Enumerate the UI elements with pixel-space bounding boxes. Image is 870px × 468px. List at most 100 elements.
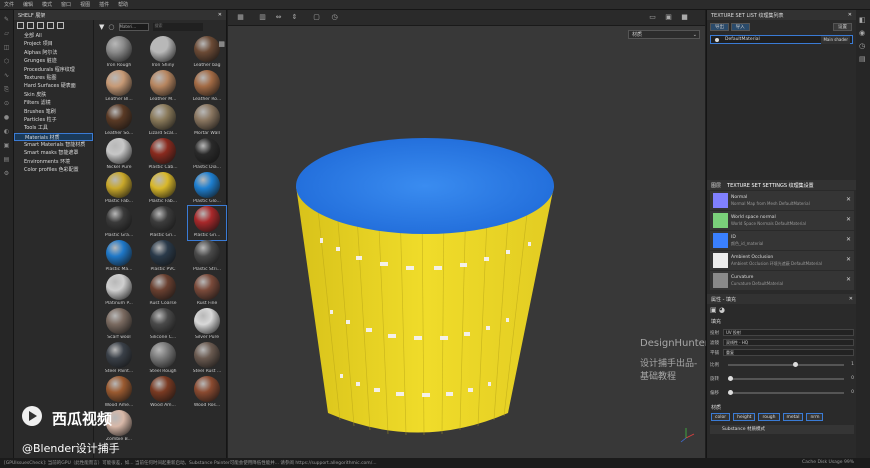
remove-map-icon[interactable]: ✕	[846, 256, 851, 263]
material-tile[interactable]: Nickel Pure	[100, 138, 138, 172]
remove-map-icon[interactable]: ✕	[846, 196, 851, 203]
material-tile[interactable]: Plastic Dia...	[188, 138, 226, 172]
material-tile[interactable]: Wood Am...	[144, 376, 182, 410]
material-tile[interactable]: Plastic Stri...	[188, 240, 226, 274]
menu-plugins[interactable]: 插件	[99, 1, 109, 8]
display-icon[interactable]: ◉	[859, 29, 867, 37]
channel-button[interactable]: nrm	[806, 413, 824, 421]
shelf-close-icon[interactable]: ✕	[218, 12, 222, 18]
category-item[interactable]: Grunges 脏迹	[14, 57, 93, 65]
material-tile[interactable]: Wood Ros...	[188, 376, 226, 410]
category-item[interactable]: Project 项目	[14, 40, 93, 48]
material-tile[interactable]: Steel Rust ...	[188, 342, 226, 376]
geometry-icon[interactable]: ⬡	[3, 58, 11, 66]
export-button[interactable]: 导出	[710, 23, 729, 31]
category-item[interactable]: Alphas 阿尔法	[14, 49, 93, 57]
folder-icon[interactable]	[17, 22, 24, 29]
material-tab-icon[interactable]: ◕	[719, 306, 725, 314]
material-tile[interactable]: Plastic Gra...	[100, 206, 138, 240]
material-tile[interactable]: Plastic Fab...	[144, 172, 182, 206]
slider-track[interactable]	[728, 361, 844, 367]
shader-dropdown[interactable]: Main shader	[821, 36, 850, 44]
material-tile[interactable]: Leather M...	[144, 70, 182, 104]
menu-view[interactable]: 视图	[80, 1, 90, 8]
radio-icon[interactable]	[715, 38, 719, 42]
material-tile[interactable]: Scarf wool	[100, 308, 138, 342]
material-tile[interactable]: Leather Bl...	[100, 70, 138, 104]
material-tile[interactable]: Plastic PVC	[144, 240, 182, 274]
import-icon[interactable]	[57, 22, 64, 29]
category-item[interactable]: Smart masks 智能遮罩	[14, 149, 93, 157]
projection-icon[interactable]: ◫	[3, 44, 11, 52]
category-item[interactable]: Color profiles 色彩配置	[14, 166, 93, 174]
category-item[interactable]: Textures 贴图	[14, 74, 93, 82]
tab-layers[interactable]: 图层	[711, 182, 721, 189]
material-tile[interactable]: Plastic Gri...	[144, 206, 182, 240]
close-icon[interactable]: ✕	[848, 12, 852, 18]
new-file-icon[interactable]	[27, 22, 34, 29]
close-icon[interactable]: ✕	[849, 296, 853, 302]
property-dropdown[interactable]: UV 投射	[723, 329, 854, 336]
category-item[interactable]: Materials 材质	[14, 132, 93, 142]
material-tile[interactable]: Platinum P...	[100, 274, 138, 308]
channel-button[interactable]: rough	[758, 413, 780, 421]
filter-icon[interactable]: ▼	[99, 23, 104, 31]
grid-view-icon[interactable]: ▦	[218, 40, 225, 48]
baked-map-row[interactable]: Ambient Occlusion Ambient Occlusion 环境光遮蔽…	[710, 251, 854, 270]
substance-mode-row[interactable]: Substance 材质模式	[710, 425, 854, 434]
channel-button[interactable]: height	[733, 413, 756, 421]
fill-tab-icon[interactable]: ▣	[710, 306, 717, 314]
slider-knob[interactable]	[792, 361, 798, 367]
log-icon[interactable]: ▤	[859, 55, 867, 63]
material-icon[interactable]: ◐	[3, 128, 11, 136]
baked-map-row[interactable]: Curvature Curvature DefaultMaterial ✕	[710, 271, 854, 290]
property-dropdown[interactable]: 重复	[723, 349, 854, 356]
category-item[interactable]: Skin 皮肤	[14, 91, 93, 99]
material-tile[interactable]: Leather Ro...	[188, 70, 226, 104]
picker-icon[interactable]: ⊙	[3, 100, 11, 108]
material-tile[interactable]: Steel Rough	[144, 342, 182, 376]
menu-mode[interactable]: 模式	[42, 1, 52, 8]
circle-icon[interactable]: ○	[108, 23, 114, 31]
slider-knob[interactable]	[728, 375, 733, 381]
material-tile[interactable]: Plastic Fab...	[100, 172, 138, 206]
material-tile[interactable]: Silver Pure	[188, 308, 226, 342]
baked-map-row[interactable]: World space normal World Space Normals De…	[710, 211, 854, 230]
material-tile[interactable]: Steel Paint...	[100, 342, 138, 376]
category-item[interactable]: Procedurals 程序纹理	[14, 66, 93, 74]
paint-brush-icon[interactable]: ✎	[3, 16, 11, 24]
remove-map-icon[interactable]: ✕	[846, 276, 851, 283]
baked-map-row[interactable]: ID 颜色_id_material ✕	[710, 231, 854, 250]
slider-track[interactable]	[728, 389, 844, 395]
remove-map-icon[interactable]: ✕	[846, 216, 851, 223]
remove-map-icon[interactable]: ✕	[846, 236, 851, 243]
menu-edit[interactable]: 编辑	[23, 1, 33, 8]
export-icon[interactable]	[47, 22, 54, 29]
material-tile[interactable]: Rust Coarse	[144, 274, 182, 308]
category-item[interactable]: Brushes 笔刷	[14, 108, 93, 116]
channel-button[interactable]: metal	[782, 413, 804, 421]
slider-track[interactable]	[728, 375, 844, 381]
search-input[interactable]: 搜索	[152, 23, 203, 31]
material-tile[interactable]: Plastic Glo...	[188, 172, 226, 206]
slider-knob[interactable]	[728, 389, 733, 395]
slider-value[interactable]: 0	[848, 376, 854, 381]
layers-icon[interactable]: ◧	[859, 16, 867, 24]
copy-icon[interactable]	[37, 22, 44, 29]
eraser-icon[interactable]: ▱	[3, 30, 11, 38]
menu-file[interactable]: 文件	[4, 1, 14, 8]
ruler-icon[interactable]: ▤	[3, 156, 11, 164]
material-tile[interactable]: Silicone C...	[144, 308, 182, 342]
category-item[interactable]: Smart Materials 智能材质	[14, 141, 93, 149]
filter-tag[interactable]: Materi...	[118, 23, 149, 31]
photo-icon[interactable]: ▣	[3, 142, 11, 150]
import-button[interactable]: 导入	[730, 23, 750, 31]
slider-value[interactable]: 1	[848, 362, 854, 367]
category-item[interactable]: 全部 All	[14, 32, 93, 40]
category-item[interactable]: Filters 滤镜	[14, 99, 93, 107]
channel-button[interactable]: color	[711, 413, 731, 421]
settings-dropdown[interactable]: 设置	[833, 23, 852, 31]
menu-help[interactable]: 帮助	[118, 1, 128, 8]
material-tile[interactable]: Plastic Cab...	[144, 138, 182, 172]
material-tile[interactable]: Plastic Ma...	[100, 240, 138, 274]
